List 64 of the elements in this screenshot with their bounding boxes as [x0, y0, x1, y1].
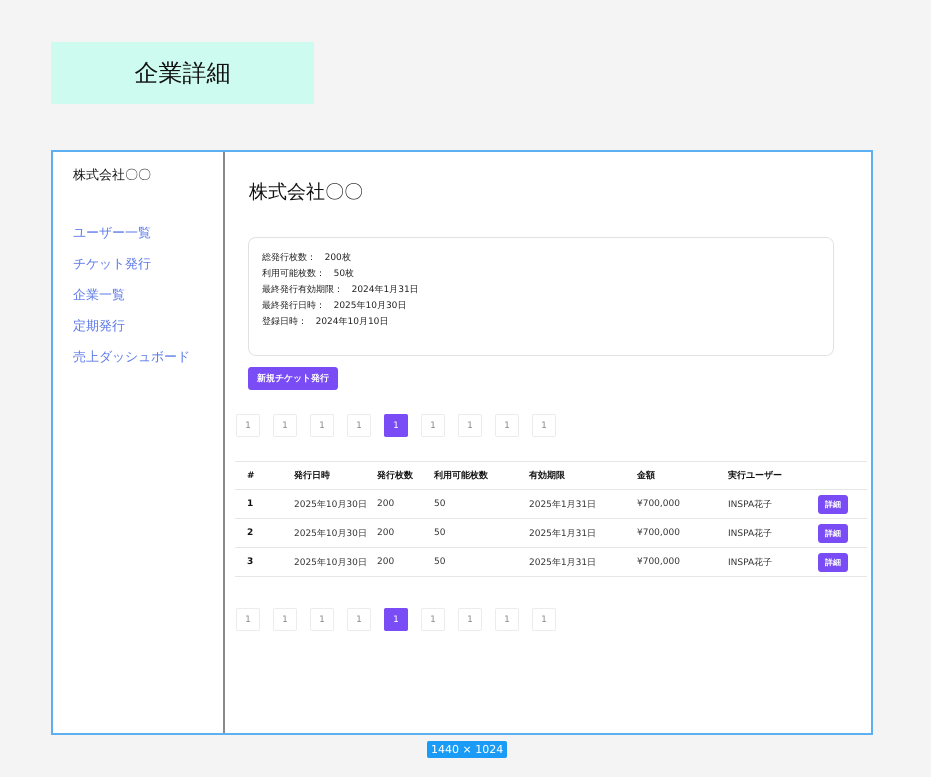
page-button[interactable]: 1 [532, 608, 556, 631]
table-cell-text: 50 [434, 557, 446, 567]
page-button[interactable]: 1 [421, 414, 445, 437]
summary-line: 最終発行日時： 2025年10月30日 [262, 300, 408, 313]
table-cell-text: 2025年10月30日 [294, 528, 368, 540]
table-cell-text: 200 [377, 499, 396, 509]
page-button[interactable]: 1 [384, 608, 408, 631]
column-header: 有効期限 [529, 469, 566, 482]
column-header: 利用可能枚数 [434, 469, 489, 482]
page-heading: 株式会社〇〇 [249, 180, 364, 205]
table-cell-text: INSPA花子 [728, 498, 774, 510]
column-header: # [247, 470, 256, 480]
page-button[interactable]: 1 [458, 414, 482, 437]
nav-link[interactable]: 定期発行 [73, 317, 223, 335]
table-cell-text: 50 [434, 499, 446, 509]
table-cell-text: 2 [247, 528, 254, 538]
table-cell-text: 50 [434, 528, 446, 538]
column-header: 発行日時 [294, 469, 331, 482]
table-cell-text: INSPA花子 [728, 556, 774, 568]
page-button[interactable]: 1 [532, 414, 556, 437]
detail-button[interactable]: 詳細 [818, 524, 848, 542]
page-button[interactable]: 1 [421, 608, 445, 631]
summary-line: 登録日時： 2024年10月10日 [262, 316, 390, 329]
summary-line: 利用可能枚数： 50枚 [262, 268, 356, 281]
page-button[interactable]: 1 [458, 608, 482, 631]
table-cell-text: 3 [247, 557, 254, 567]
page-button[interactable]: 1 [495, 608, 519, 631]
nav-link[interactable]: ユーザー一覧 [73, 224, 223, 242]
summary-line: 総発行枚数： 200枚 [262, 252, 352, 265]
nav-link[interactable]: 売上ダッシュボード [73, 348, 223, 366]
page-button[interactable]: 1 [347, 608, 371, 631]
table-cell-text: ¥700,000 [637, 557, 681, 567]
table-cell-text: 2025年10月30日 [294, 556, 368, 568]
table-cell-text: ¥700,000 [637, 528, 681, 538]
page-button[interactable]: 1 [384, 414, 408, 437]
column-header: 金額 [637, 469, 656, 482]
detail-button[interactable]: 詳細 [818, 552, 848, 572]
table-cell-text: 2025年10月30日 [294, 498, 368, 510]
table-cell-text: 2025年1月31日 [529, 556, 598, 568]
page-button[interactable]: 1 [273, 608, 297, 631]
table-cell-text: 2025年1月31日 [529, 528, 598, 540]
table-cell-text: 200 [377, 557, 396, 567]
column-header: 実行ユーザー [728, 469, 783, 482]
column-header: 発行枚数 [377, 470, 414, 482]
company-name: 株式会社〇〇 [73, 167, 152, 184]
table-cell-text: ¥700,000 [637, 499, 681, 509]
table-cell-text: INSPA花子 [728, 528, 774, 540]
table-cell-text: 2025年1月31日 [529, 498, 598, 510]
page-title-tag: 企業詳細 [51, 42, 314, 104]
page-button[interactable]: 1 [236, 608, 260, 631]
summary-line: 最終発行有効期限： 2024年1月31日 [262, 284, 420, 297]
table-cell-text: 1 [247, 499, 254, 509]
frame-size-label: 1440 × 1024 [427, 741, 508, 758]
nav-link[interactable]: チケット発行 [73, 255, 223, 273]
page-button[interactable]: 1 [273, 414, 297, 437]
detail-button[interactable]: 詳細 [818, 494, 848, 514]
page-button[interactable]: 1 [310, 414, 334, 437]
page-button[interactable]: 1 [236, 414, 260, 437]
page-button[interactable]: 1 [347, 414, 371, 437]
table-cell-text: 200 [377, 528, 396, 538]
new-ticket-button[interactable]: 新規チケット発行 [248, 367, 338, 390]
page-button[interactable]: 1 [495, 414, 519, 437]
nav-link[interactable]: 企業一覧 [73, 286, 223, 304]
page-button[interactable]: 1 [310, 608, 334, 631]
